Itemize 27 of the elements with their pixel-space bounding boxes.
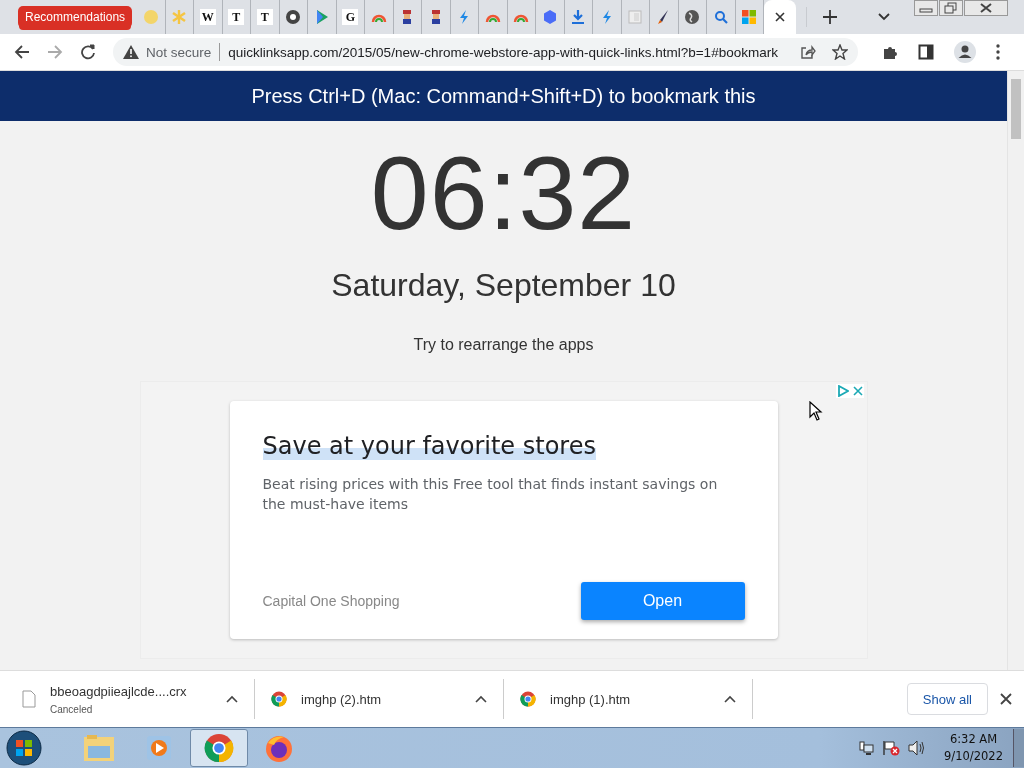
tab-favicon: W <box>199 9 216 25</box>
security-label[interactable]: Not secure <box>146 44 212 60</box>
clock-time-text: 6:32 AM <box>949 731 998 748</box>
system-clock[interactable]: 6:32 AM 9/10/2022 <box>944 731 1003 765</box>
download-filename: bbeoagdpiieajlcde....crx <box>50 683 188 699</box>
clock-date: Saturday, September 10 <box>331 267 676 304</box>
open-button[interactable]: Open <box>580 582 745 620</box>
bookmark-banner: Press Ctrl+D (Mac: Command+Shift+D) to bookmark this <box>0 71 1007 121</box>
show-all-button[interactable]: Show all <box>906 683 988 715</box>
download-item[interactable]: bbeoagdpiieajlcde....crx Canceled <box>22 679 255 719</box>
ad-headline: Save at your favorite stores <box>262 432 596 460</box>
tab-favicon: G <box>342 9 359 25</box>
recommendations-tab[interactable]: Recommendations <box>18 6 133 28</box>
advertiser-name: Capital One Shopping <box>262 593 400 609</box>
clock-date-text: 9/10/2022 <box>944 748 1003 765</box>
download-status: Canceled <box>50 703 94 715</box>
tab-favicon: T <box>256 9 273 25</box>
ad-description: Beat rising prices with this Free tool that finds instant savings on the must-have items <box>262 475 719 514</box>
download-filename: imghp (1).htm <box>550 691 632 707</box>
download-item[interactable]: imghp (1).htm <box>520 679 753 719</box>
clock-time: 06:32 <box>370 141 637 245</box>
hint-text: Try to rearrange the apps <box>413 336 594 354</box>
download-filename: imghp (2).htm <box>301 691 383 707</box>
download-item[interactable]: imghp (2).htm <box>271 679 504 719</box>
tab-favicon: T <box>228 9 245 25</box>
url-text: quicklinksapp.com/2015/05/new-chrome-webstore-app-with-quick-links.html?b=1#bookmark <box>228 44 779 60</box>
address-bar[interactable]: Not secure quicklinksapp.com/2015/05/new-chrome-webstore-app-with-quick-links.html?b=1#bookmark <box>113 38 858 66</box>
